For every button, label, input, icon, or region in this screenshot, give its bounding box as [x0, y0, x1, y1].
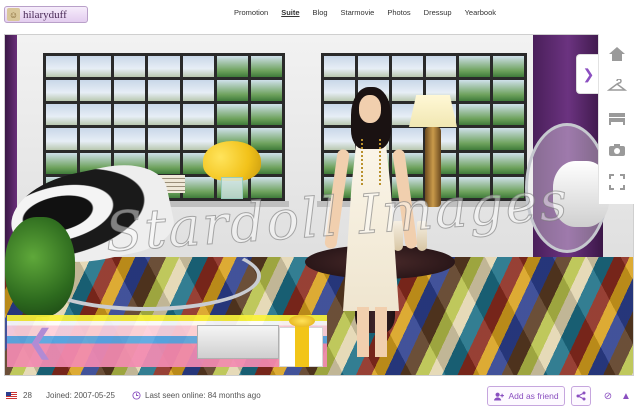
joined-label: Joined: 2007-05-25: [46, 391, 115, 400]
window-pane: [46, 128, 78, 150]
window-pane: [46, 152, 78, 174]
window-pane: [182, 80, 214, 102]
chevron-left-icon[interactable]: ❮: [27, 325, 54, 357]
potted-plant: [5, 217, 75, 317]
window-pane: [391, 56, 423, 78]
bed-icon[interactable]: [604, 105, 630, 131]
window-pane: [148, 104, 180, 126]
window-pane: [182, 56, 214, 78]
window-pane: [324, 56, 355, 78]
user-avatar-icon: ☺: [7, 8, 20, 21]
hanger-icon[interactable]: [604, 73, 630, 99]
nav-item-yearbook[interactable]: Yearbook: [465, 8, 496, 17]
report-warning-icon[interactable]: ▲: [618, 388, 634, 404]
add-user-icon: [494, 392, 505, 401]
window-pane: [114, 128, 146, 150]
window-pane: [459, 104, 491, 126]
yellow-flowers: [203, 141, 261, 181]
window-pane: [493, 56, 524, 78]
add-friend-button[interactable]: Add as friend: [487, 386, 565, 406]
window-pane: [148, 56, 180, 78]
window-pane: [182, 128, 214, 150]
window-pane: [493, 152, 524, 174]
gift-bow: [289, 315, 315, 327]
suite-room-scene: Stardoll Images ❮: [4, 34, 634, 376]
window-pane: [250, 128, 282, 150]
add-friend-label: Add as friend: [508, 391, 559, 401]
home-icon[interactable]: [604, 41, 630, 67]
us-flag-icon: [6, 391, 17, 400]
window-pane: [250, 80, 282, 102]
joined-date: Joined: 2007-05-25: [46, 391, 115, 400]
nav-item-starmovie[interactable]: Starmovie: [341, 8, 375, 17]
window-pane: [357, 56, 389, 78]
window-pane: [80, 80, 112, 102]
window-pane: [250, 104, 282, 126]
share-button[interactable]: [571, 386, 591, 406]
tool-panel: [598, 34, 634, 204]
doll-legs: [357, 307, 387, 357]
clock-icon: [132, 391, 141, 400]
level-value: 28: [23, 391, 32, 400]
window-pane: [216, 56, 248, 78]
user-badge[interactable]: ☺ hilaryduff: [4, 6, 88, 23]
window-pane: [493, 104, 524, 126]
window-pane: [425, 56, 457, 78]
window-pane: [459, 128, 491, 150]
nav-item-blog[interactable]: Blog: [313, 8, 328, 17]
gift-shelf: [7, 315, 327, 371]
window-pane: [46, 80, 78, 102]
window-pane: [46, 104, 78, 126]
window-pane: [46, 56, 78, 78]
window-pane: [216, 104, 248, 126]
nav-item-dressup[interactable]: Dressup: [424, 8, 452, 17]
window-pane: [459, 152, 491, 174]
window-pane: [216, 80, 248, 102]
suite-page: ☺ hilaryduff Promotion Suite Blog Starmo…: [0, 0, 640, 412]
window-pane: [493, 128, 524, 150]
window-pane: [148, 128, 180, 150]
nav-item-promotion[interactable]: Promotion: [234, 8, 268, 17]
last-seen: Last seen online: 84 months ago: [132, 391, 261, 400]
top-bar: ☺ hilaryduff Promotion Suite Blog Starmo…: [0, 0, 640, 30]
username-label: hilaryduff: [23, 8, 67, 21]
window-pane: [250, 56, 282, 78]
chevron-right-icon[interactable]: ❯: [576, 54, 600, 94]
window-pane: [182, 104, 214, 126]
last-seen-label: Last seen online: 84 months ago: [145, 391, 261, 400]
doll-face: [359, 95, 381, 123]
camera-icon[interactable]: [604, 137, 630, 163]
share-icon: [576, 391, 586, 401]
window-pane: [114, 80, 146, 102]
window-pane: [148, 80, 180, 102]
fullscreen-icon[interactable]: [604, 169, 630, 195]
window-pane: [459, 80, 491, 102]
window-pane: [459, 56, 491, 78]
nav-item-photos[interactable]: Photos: [387, 8, 410, 17]
window-pane: [80, 128, 112, 150]
window-pane: [80, 104, 112, 126]
level-indicator: 28: [6, 391, 32, 400]
window-pane: [114, 104, 146, 126]
nav-item-suite[interactable]: Suite: [281, 8, 299, 17]
block-icon[interactable]: ⊘: [600, 388, 616, 404]
window-pane: [493, 80, 524, 102]
window-pane: [80, 56, 112, 78]
window-pane: [114, 56, 146, 78]
grey-gift-box[interactable]: [197, 325, 279, 359]
main-nav: Promotion Suite Blog Starmovie Photos Dr…: [234, 8, 509, 17]
doll-necklace: [361, 139, 381, 185]
